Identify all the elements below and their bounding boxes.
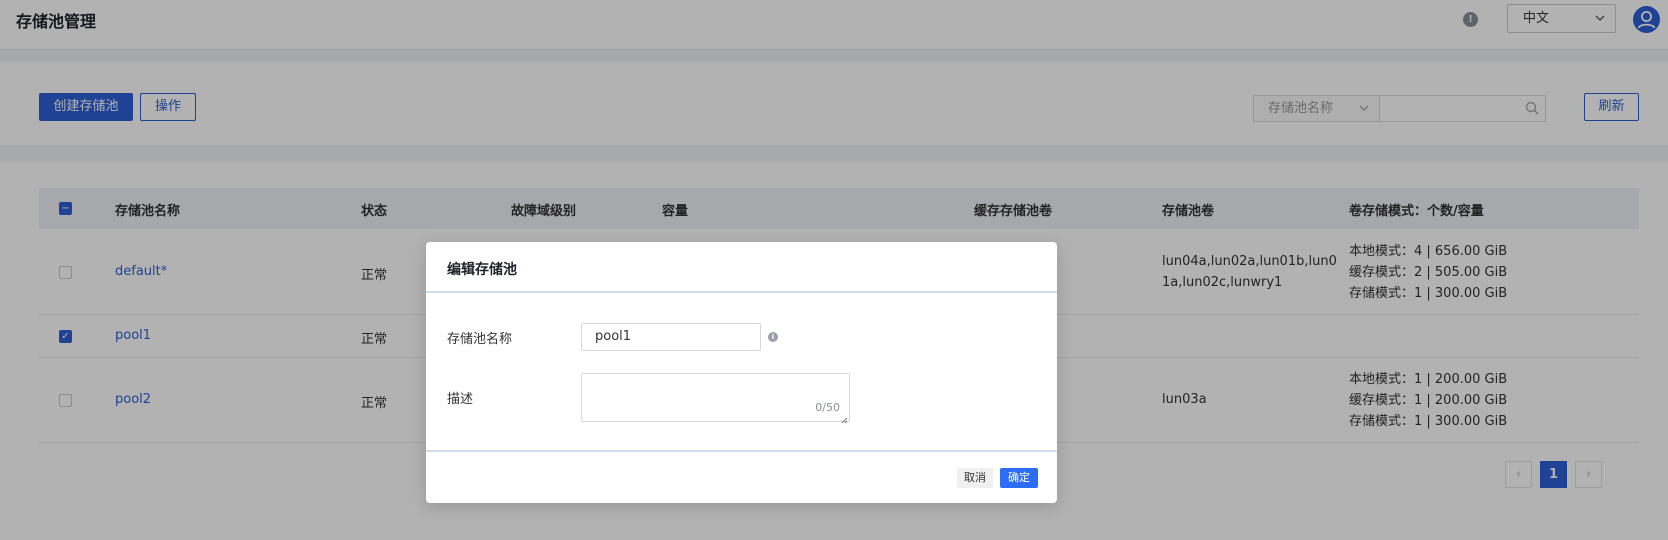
- confirm-button[interactable]: 确定: [1000, 468, 1038, 488]
- cancel-button[interactable]: 取消: [957, 468, 993, 488]
- dialog-header-divider: [426, 291, 1057, 293]
- pool-name-label: 存储池名称: [447, 332, 513, 347]
- char-counter: 0/50: [815, 401, 840, 414]
- description-label: 描述: [447, 392, 474, 407]
- dialog-title: 编辑存储池: [447, 262, 517, 278]
- info-icon[interactable]: i: [768, 332, 778, 342]
- pool-name-input[interactable]: pool1: [581, 323, 761, 351]
- resize-grip-icon[interactable]: [841, 413, 848, 424]
- dialog-footer-divider: [426, 450, 1057, 452]
- edit-pool-dialog: 编辑存储池 存储池名称 pool1 i 描述 0/50 取消 确定: [426, 242, 1057, 503]
- description-textarea[interactable]: 0/50: [581, 373, 850, 424]
